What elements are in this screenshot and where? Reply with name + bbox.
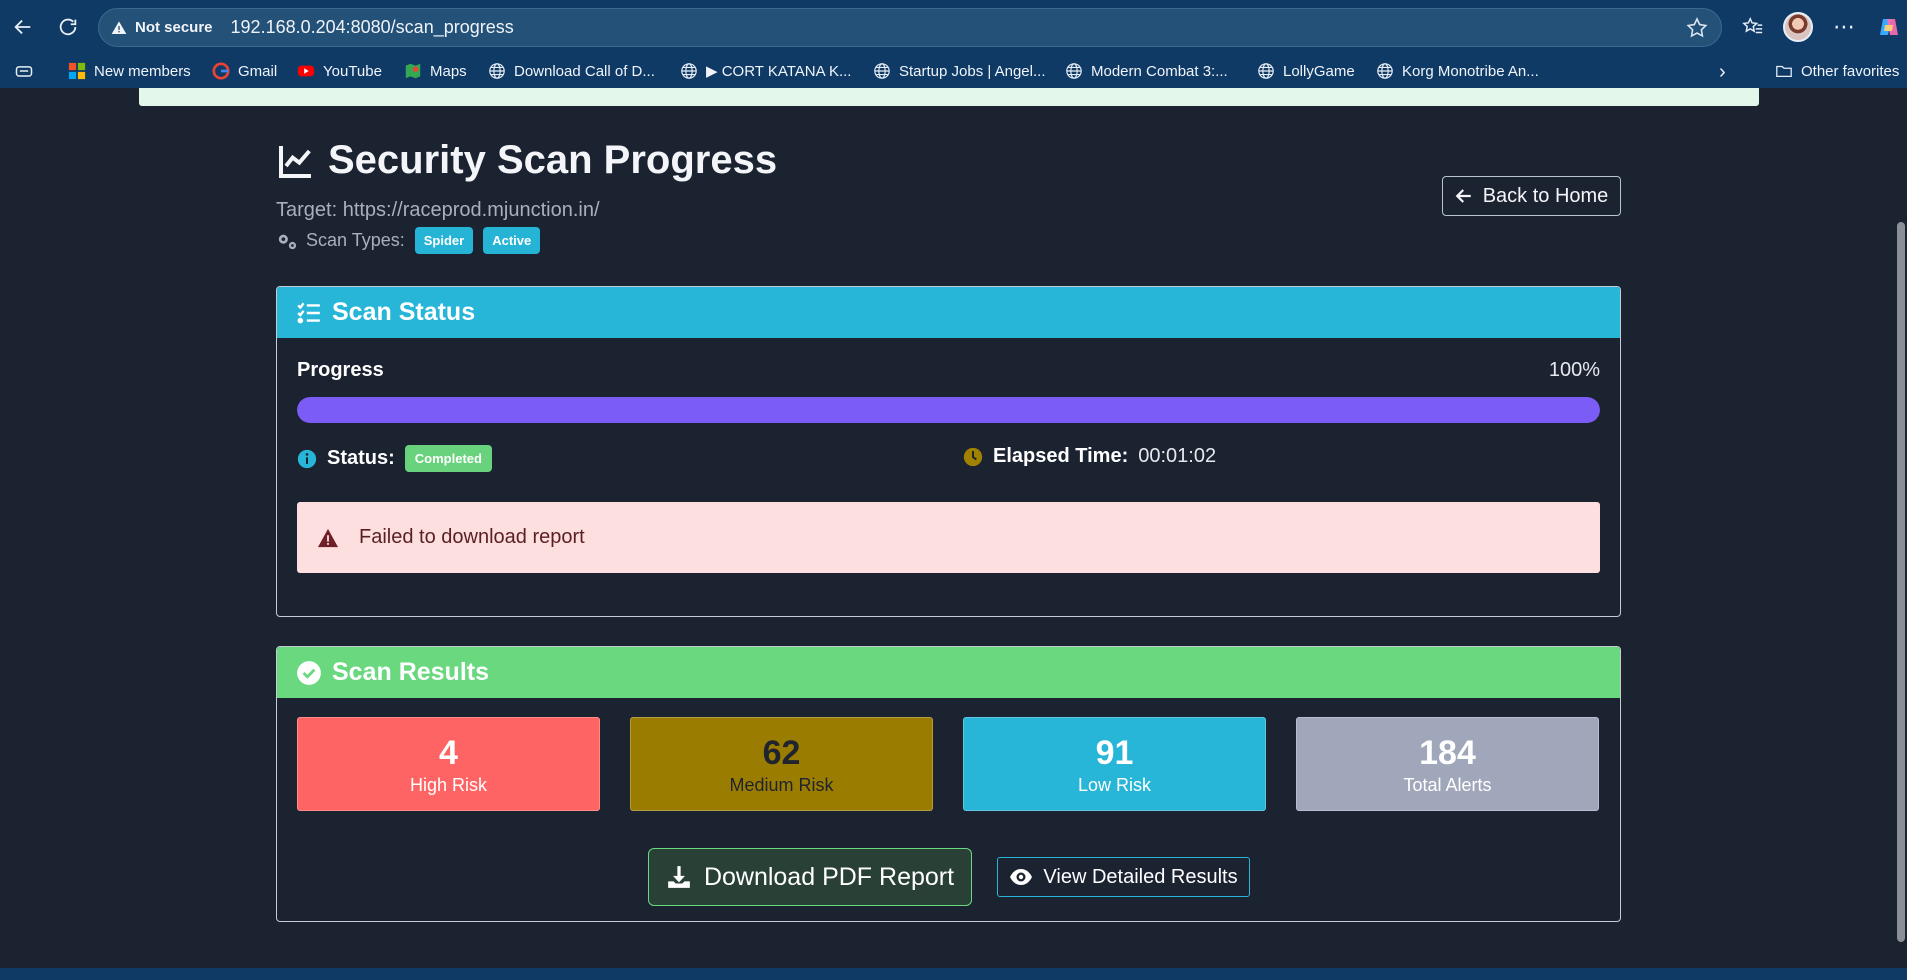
folder-icon	[1774, 61, 1794, 81]
youtube-icon	[296, 61, 316, 81]
refresh-icon[interactable]	[51, 10, 85, 44]
bookmarks-bar: New members Gmail YouTube Maps Download …	[0, 54, 1907, 88]
globe-icon	[679, 61, 699, 81]
scrollbar[interactable]	[1895, 88, 1907, 980]
other-favorites[interactable]: Other favorites	[1774, 61, 1899, 81]
low-risk-box: 91 Low Risk	[963, 717, 1266, 811]
elapsed-time-row: Elapsed Time: 00:01:02	[963, 445, 1216, 468]
bookmark-new-members[interactable]: New members	[67, 61, 191, 81]
eye-icon	[1010, 869, 1033, 885]
maps-icon	[403, 61, 423, 81]
page-title-text: Security Scan Progress	[328, 138, 778, 182]
gears-icon	[278, 234, 297, 249]
progress-bar-fill	[297, 397, 1600, 423]
risk-summary: 4 High Risk 62 Medium Risk 91 Low Risk 1…	[297, 717, 1599, 811]
scan-results-header: Scan Results	[277, 647, 1620, 698]
elapsed-time-value: 00:01:02	[1138, 445, 1217, 467]
total-alerts-count: 184	[1419, 733, 1476, 772]
page-content: Security Scan Progress Target: https://r…	[0, 88, 1907, 968]
back-arrow-icon[interactable]	[6, 10, 40, 44]
page-title: Security Scan Progress	[276, 138, 777, 183]
scan-target: Target: https://raceprod.mjunction.in/	[276, 199, 600, 221]
bookmark-lollygame[interactable]: LollyGame	[1256, 61, 1355, 81]
new-members-icon	[67, 61, 87, 81]
not-secure-label: Not secure	[135, 19, 213, 36]
download-icon	[668, 866, 690, 888]
clock-icon	[963, 447, 983, 466]
line-chart-icon	[279, 145, 311, 178]
high-risk-label: High Risk	[409, 774, 488, 795]
download-pdf-label: Download PDF Report	[703, 862, 955, 891]
bookmark-startup-jobs[interactable]: Startup Jobs | Angel...	[872, 61, 1045, 81]
bookmark-maps[interactable]: Maps	[403, 61, 467, 81]
progress-row: Progress 100%	[297, 359, 1600, 382]
bookmark-download-cod[interactable]: Download Call of D...	[487, 61, 655, 81]
progress-label: Progress	[297, 359, 384, 381]
low-risk-label: Low Risk	[1077, 774, 1152, 795]
bookmark-youtube[interactable]: YouTube	[296, 61, 382, 81]
globe-icon	[1375, 61, 1395, 81]
page-viewport: Security Scan Progress Target: https://r…	[0, 88, 1907, 980]
scrollbar-thumb[interactable]	[1897, 222, 1905, 942]
medium-risk-box: 62 Medium Risk	[630, 717, 933, 811]
low-risk-count: 91	[1095, 733, 1134, 772]
url-text[interactable]: 192.168.0.204:8080/scan_progress	[231, 17, 514, 38]
more-menu-icon[interactable]: ⋯	[1829, 10, 1859, 44]
bookmark-gmail[interactable]: Gmail	[211, 61, 277, 81]
arrow-left-icon	[1455, 189, 1471, 203]
progress-bar	[297, 397, 1600, 423]
scan-type-badge: Spider	[414, 227, 474, 254]
scan-types-label: Scan Types:	[306, 230, 405, 250]
high-risk-box: 4 High Risk	[297, 717, 600, 811]
total-alerts-label: Total Alerts	[1403, 774, 1492, 795]
warning-triangle-icon	[111, 20, 127, 34]
medium-risk-count: 62	[762, 733, 801, 772]
globe-icon	[487, 61, 507, 81]
info-circle-icon	[297, 449, 317, 468]
profile-avatar[interactable]	[1783, 12, 1813, 42]
not-secure-indicator[interactable]: Not secure	[111, 19, 213, 36]
chevron-right-icon[interactable]: ›	[1719, 61, 1726, 84]
globe-icon	[1064, 61, 1084, 81]
download-pdf-button[interactable]: Download PDF Report	[648, 848, 972, 906]
warning-triangle-icon	[318, 528, 338, 547]
scan-types: Scan Types: Spider Active	[276, 227, 541, 254]
task-list-icon	[297, 302, 320, 323]
scan-results-title: Scan Results	[332, 658, 490, 686]
browser-titlebar: Not secure 192.168.0.204:8080/scan_progr…	[0, 0, 1907, 54]
bookmark-cort-katana[interactable]: ▶ CORT KATANA K...	[679, 61, 851, 81]
progress-percent: 100%	[1548, 359, 1600, 381]
scan-status-card: Scan Status Progress 100% Status: Comple…	[276, 286, 1621, 617]
scan-results-card: Scan Results 4 High Risk 62 Medium Risk …	[276, 646, 1621, 922]
globe-icon	[872, 61, 892, 81]
back-to-home-label: Back to Home	[1482, 184, 1609, 207]
bookmark-korg-monotribe[interactable]: Korg Monotribe An...	[1375, 61, 1539, 81]
error-alert: Failed to download report	[297, 502, 1600, 573]
google-icon	[211, 61, 231, 81]
favorite-star-icon[interactable]	[1685, 16, 1709, 40]
error-message: Failed to download report	[359, 526, 585, 548]
status-row: Status: Completed	[297, 445, 492, 472]
high-risk-count: 4	[439, 733, 458, 772]
medium-risk-label: Medium Risk	[729, 774, 834, 795]
tab-actions-icon[interactable]	[14, 61, 34, 81]
view-detailed-results-button[interactable]: View Detailed Results	[997, 857, 1250, 897]
globe-icon	[1256, 61, 1276, 81]
elapsed-time-label: Elapsed Time:	[993, 445, 1129, 467]
status-badge: Completed	[404, 445, 492, 472]
check-circle-icon	[297, 660, 321, 685]
view-detailed-results-label: View Detailed Results	[1043, 865, 1238, 888]
window-bottom-edge	[0, 968, 1907, 980]
status-label: Status:	[327, 447, 395, 469]
scan-type-badge: Active	[483, 227, 541, 254]
flash-message-edge	[139, 88, 1759, 106]
scan-status-header: Scan Status	[277, 287, 1620, 338]
scan-status-title: Scan Status	[332, 298, 476, 326]
favorites-icon[interactable]	[1738, 10, 1768, 44]
address-bar[interactable]: Not secure 192.168.0.204:8080/scan_progr…	[98, 8, 1722, 47]
bookmark-modern-combat[interactable]: Modern Combat 3:...	[1064, 61, 1228, 81]
back-to-home-button[interactable]: Back to Home	[1442, 176, 1621, 216]
copilot-icon[interactable]	[1874, 10, 1904, 44]
total-alerts-box: 184 Total Alerts	[1296, 717, 1599, 811]
